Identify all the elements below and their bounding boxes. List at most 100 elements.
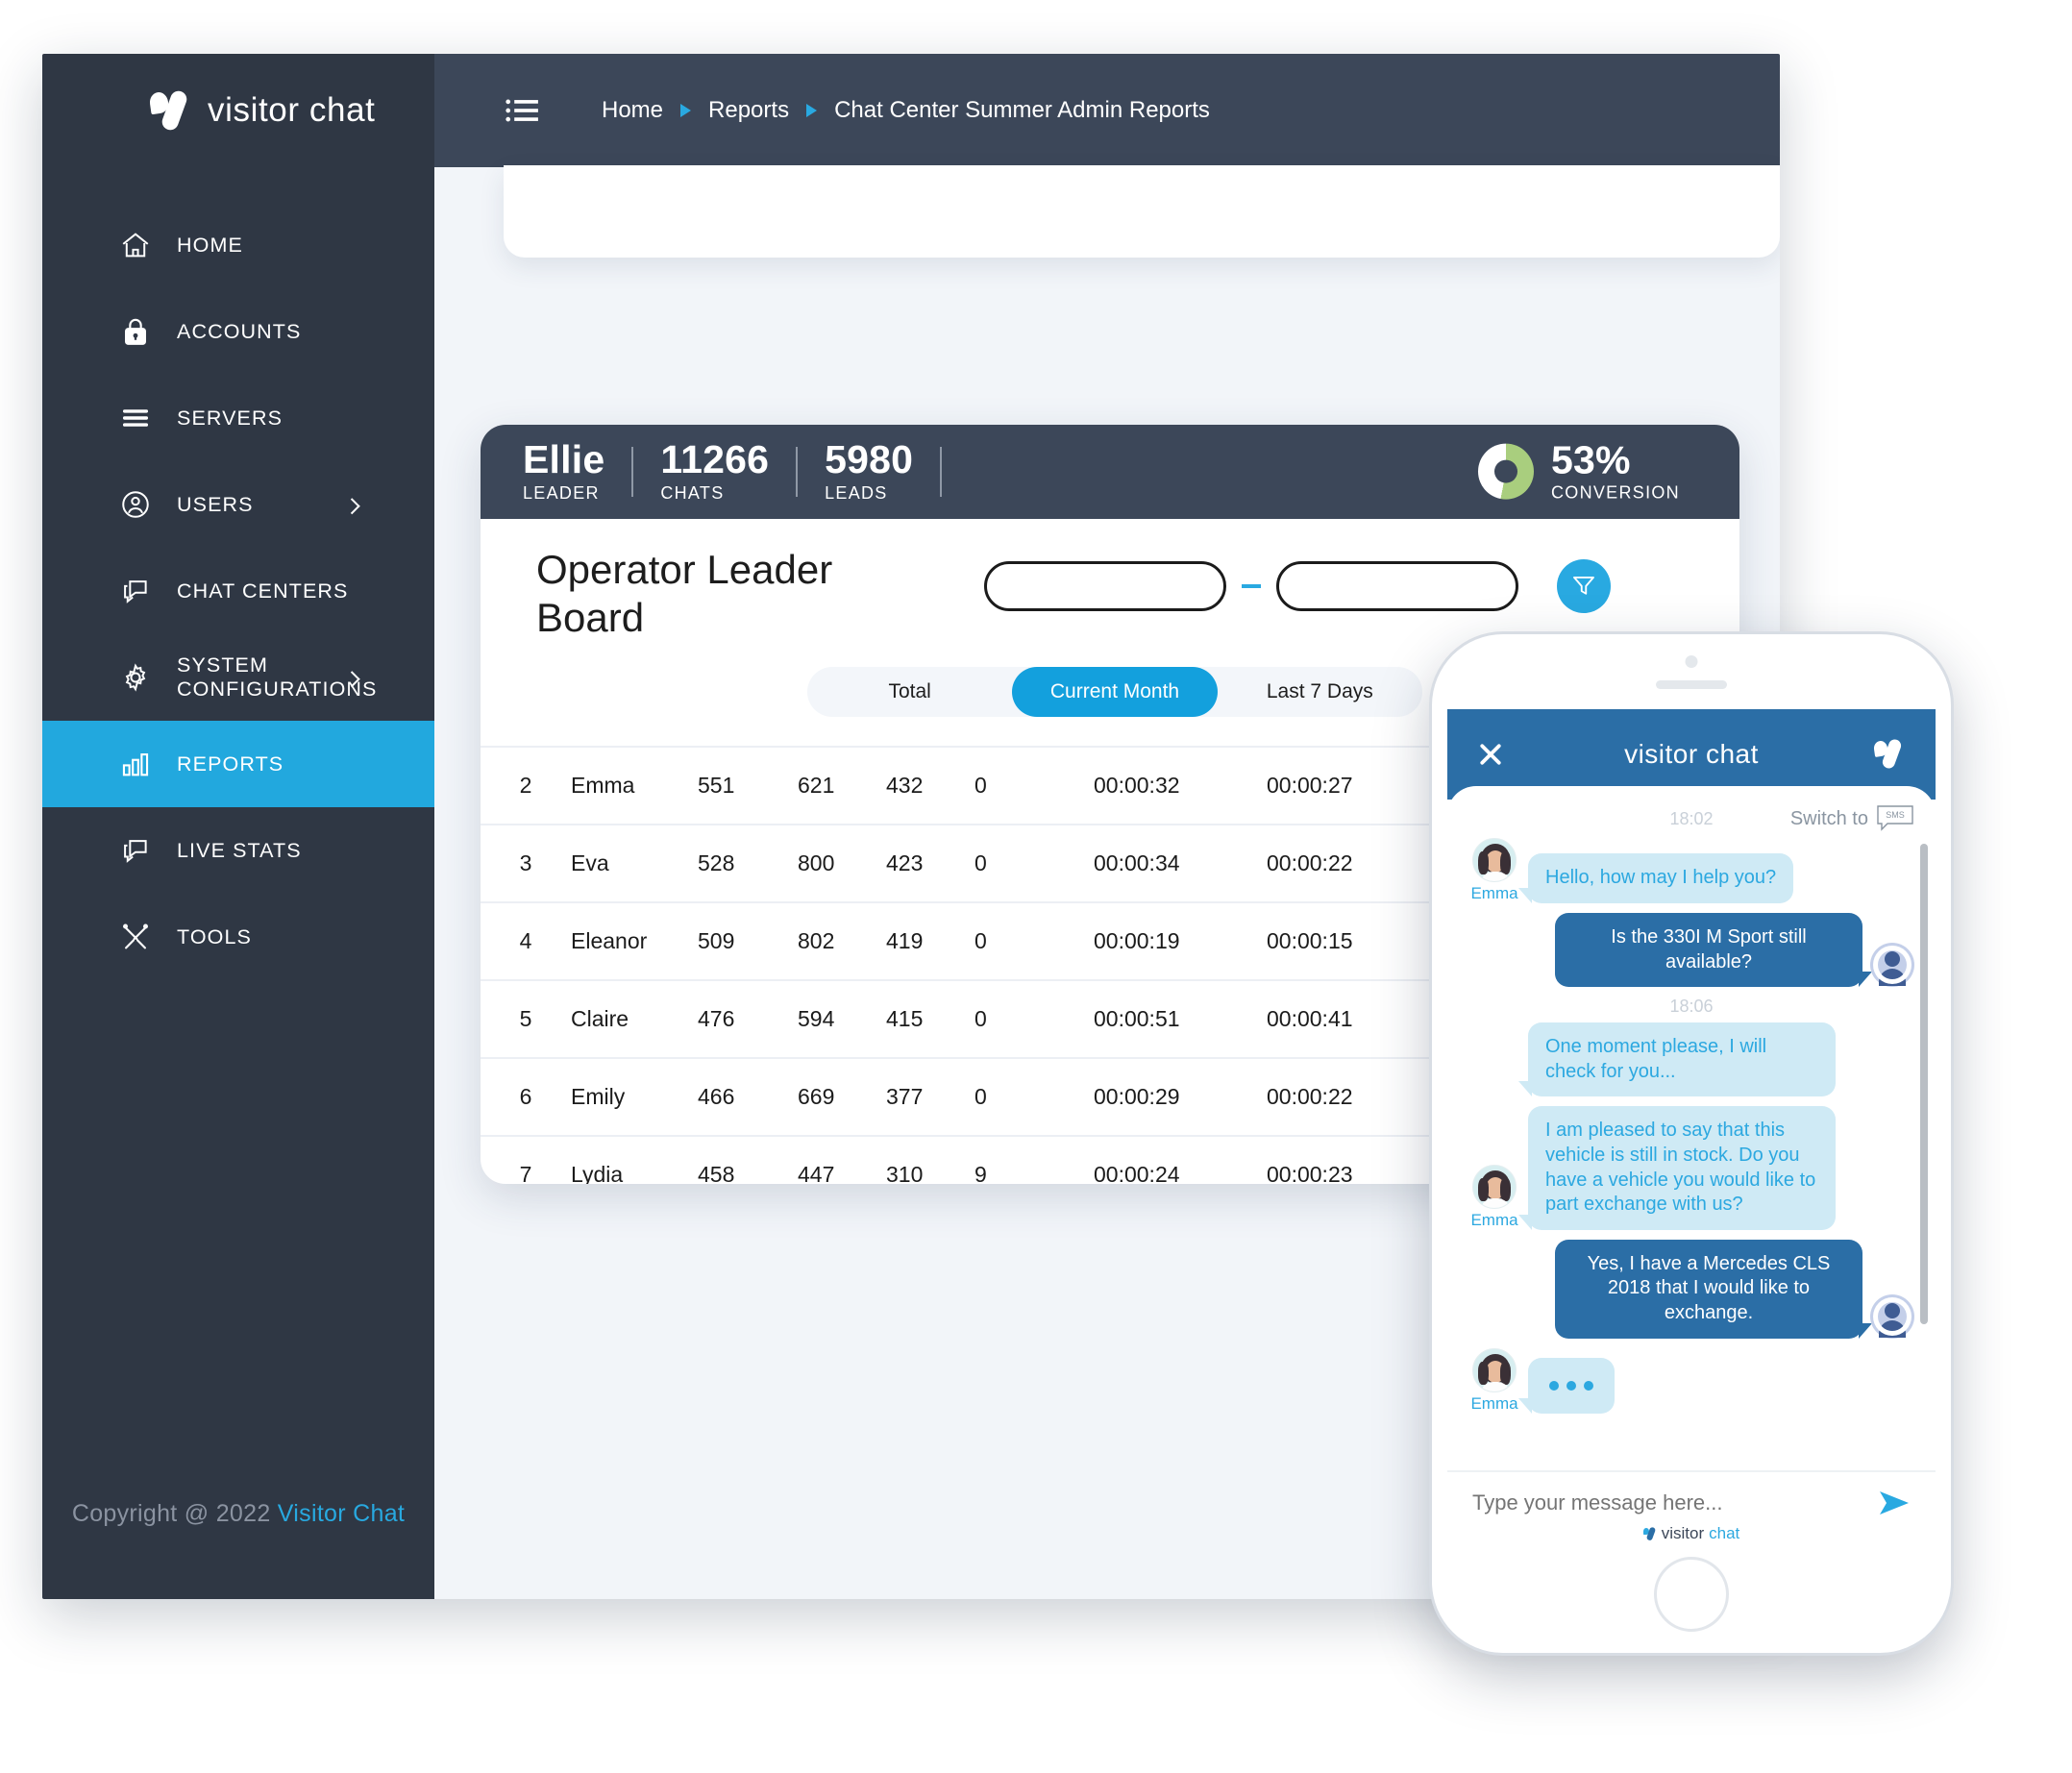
phone-screen: visitor chat 18:02 Switch to SMS Emma He… <box>1447 709 1936 1555</box>
switch-to-sms-row: 18:02 Switch to SMS <box>1468 800 1914 838</box>
cell-name: Eleanor <box>571 928 648 953</box>
conversion-text: 53% CONVERSION <box>1550 437 1707 504</box>
copyright-text: Copyright @ 2022 <box>71 1500 278 1527</box>
cell-value-1: 551 <box>698 773 735 798</box>
cell-value-3: 377 <box>886 1084 924 1109</box>
brand-name: visitor chat <box>208 91 376 129</box>
chat-input-area: visitor chat <box>1447 1470 1936 1555</box>
sidebar-item-accounts[interactable]: ACCOUNTS <box>42 288 434 375</box>
conversion-donut-chart <box>1477 444 1534 500</box>
svg-text:SMS: SMS <box>1886 810 1905 820</box>
filter-button[interactable] <box>1557 559 1611 613</box>
sidebar-item-label: ACCOUNTS <box>177 319 302 343</box>
avatar: Emma <box>1468 838 1520 903</box>
cell-rank: 2 <box>519 773 532 798</box>
cell-time-1: 00:00:29 <box>1094 1084 1180 1109</box>
cell-value-4: 0 <box>974 850 987 875</box>
gear-icon <box>119 661 152 694</box>
stat-leads: 5980 LEADS <box>825 437 940 504</box>
footer-brand-word-1: visitor <box>1661 1524 1705 1542</box>
cell-value-3: 423 <box>886 850 924 875</box>
sidebar-item-label: SERVERS <box>177 406 284 430</box>
cell-value-2: 447 <box>798 1162 835 1184</box>
message-bubble-operator: Hello, how may I help you? <box>1517 853 1794 903</box>
sidebar-item-tools[interactable]: TOOLS <box>42 894 434 980</box>
cell-value-3: 419 <box>886 928 924 953</box>
sms-bubble-icon[interactable]: SMS <box>1876 804 1914 833</box>
cell-name: Emily <box>571 1084 626 1109</box>
cell-name: Emma <box>571 773 635 798</box>
conversion-value: 53% <box>1550 437 1631 482</box>
phone-home-button[interactable] <box>1654 1557 1729 1632</box>
leader-name: Ellie <box>523 437 605 482</box>
sidebar-item-chat-centers[interactable]: CHAT CENTERS <box>42 548 434 634</box>
tab-total[interactable]: Total <box>807 667 1012 717</box>
message-bubble-visitor: Is the 330I M Sport still available? <box>1555 913 1872 988</box>
date-filter-group <box>984 559 1611 613</box>
stat-leader: Ellie LEADER <box>523 437 631 504</box>
date-to-input[interactable] <box>1276 561 1518 611</box>
list-menu-icon[interactable] <box>506 98 538 123</box>
close-icon[interactable] <box>1476 740 1505 769</box>
cell-value-1: 528 <box>698 850 735 875</box>
date-range-separator <box>1242 584 1261 588</box>
visitor-avatar-icon <box>1870 943 1914 988</box>
sidebar-item-label: SYSTEM CONFIGURATIONS <box>177 653 378 701</box>
sidebar-item-label: LIVE STATS <box>177 838 302 862</box>
breadcrumb-item-home[interactable]: Home <box>602 97 663 124</box>
cell-time-1: 00:00:24 <box>1094 1162 1180 1184</box>
home-icon <box>119 229 152 261</box>
message-bubble-visitor: Yes, I have a Mercedes CLS 2018 that I w… <box>1555 1239 1872 1339</box>
sidebar-item-live-stats[interactable]: LIVE STATS <box>42 807 434 894</box>
screenshot-root: visitor chat HOME ACCOUNTS SERVERS USERS… <box>0 0 2072 1773</box>
chats-value: 11266 <box>660 437 770 482</box>
cell-value-2: 802 <box>798 928 835 953</box>
cell-value-3: 415 <box>886 1006 924 1031</box>
date-from-input[interactable] <box>984 561 1226 611</box>
page-title: Operator Leader Board <box>536 547 833 640</box>
tab-current-month[interactable]: Current Month <box>1012 667 1218 717</box>
cell-time-2: 00:00:15 <box>1267 928 1353 953</box>
list-icon <box>119 402 152 434</box>
topbar: Home Reports Chat Center Summer Admin Re… <box>434 54 1780 167</box>
divider <box>631 447 634 497</box>
sidebar-item-label: CHAT CENTERS <box>177 579 349 603</box>
sidebar-item-home[interactable]: HOME <box>42 202 434 288</box>
chat-scrollbar[interactable] <box>1920 844 1928 1324</box>
cell-name: Lydia <box>571 1162 624 1184</box>
chevron-right-icon <box>806 104 818 117</box>
stat-conversion: 53% CONVERSION <box>1477 437 1707 504</box>
cell-time-2: 00:00:27 <box>1267 773 1353 798</box>
typing-dot <box>1584 1380 1593 1391</box>
message-bubble-operator: One moment please, I will check for you.… <box>1518 1022 1836 1097</box>
typing-dot <box>1549 1380 1559 1391</box>
sidebar-item-servers[interactable]: SERVERS <box>42 375 434 461</box>
message-input[interactable] <box>1472 1490 1878 1515</box>
cell-rank: 7 <box>519 1162 532 1184</box>
timestamp-mid: 18:06 <box>1669 997 1714 1017</box>
cell-time-2: 00:00:22 <box>1267 1084 1353 1109</box>
divider <box>796 447 799 497</box>
chat-bubbles-icon <box>119 834 152 867</box>
cell-value-2: 621 <box>798 773 835 798</box>
cell-rank: 6 <box>519 1084 532 1109</box>
send-button[interactable] <box>1878 1490 1911 1516</box>
sidebar-item-system-configurations[interactable]: SYSTEM CONFIGURATIONS <box>42 634 434 721</box>
cell-value-3: 310 <box>886 1162 924 1184</box>
breadcrumb-item-reports[interactable]: Reports <box>708 97 789 124</box>
sidebar-item-users[interactable]: USERS <box>42 461 434 548</box>
copyright-brand-link[interactable]: Visitor Chat <box>278 1500 405 1527</box>
sidebar-item-reports[interactable]: REPORTS <box>42 721 434 807</box>
phone-mockup: visitor chat 18:02 Switch to SMS Emma He… <box>1432 634 1951 1653</box>
tab-last-7-days[interactable]: Last 7 Days <box>1218 667 1422 717</box>
leaderboard-body: Operator Leader Board Total Current Mont… <box>481 519 1739 1184</box>
sidebar-item-label: REPORTS <box>177 751 284 776</box>
visitor-chat-logo-icon <box>148 88 194 133</box>
sender-name: Emma <box>1470 1393 1518 1413</box>
chevron-right-icon <box>343 498 360 515</box>
leads-value: 5980 <box>825 437 914 482</box>
cell-time-2: 00:00:41 <box>1267 1006 1353 1031</box>
cell-value-2: 669 <box>798 1084 835 1109</box>
copyright: Copyright @ 2022 Visitor Chat <box>42 1500 434 1528</box>
cell-value-4: 0 <box>974 928 987 953</box>
